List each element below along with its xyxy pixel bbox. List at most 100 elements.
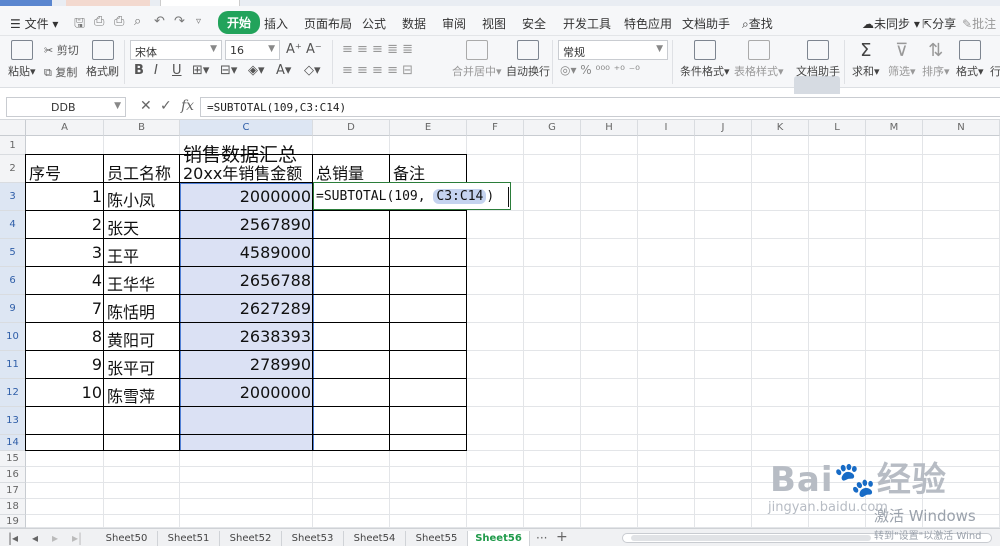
conditional-format-button[interactable]: 条件格式▾: [680, 40, 730, 79]
tab-home[interactable]: 开始: [218, 11, 261, 34]
row-header[interactable]: 14: [0, 435, 26, 451]
cell-amount[interactable]: 2638393: [180, 327, 313, 346]
more-sheets-button[interactable]: ···: [536, 531, 547, 545]
export-pdf-icon[interactable]: ⎙: [94, 14, 104, 29]
column-header[interactable]: M: [866, 120, 923, 136]
italic-icon[interactable]: I: [154, 63, 158, 78]
formula-input[interactable]: =SUBTOTAL(109,C3:C14): [200, 97, 1000, 117]
column-header[interactable]: J: [695, 120, 752, 136]
cell-name[interactable]: 张平可: [104, 355, 155, 379]
row-header[interactable]: 19: [0, 515, 26, 528]
cell-name[interactable]: 黄阳可: [104, 327, 155, 351]
header-amount[interactable]: 20xx年销售金额: [180, 160, 302, 184]
sync-button[interactable]: ☁未同步 ▾: [862, 15, 920, 32]
first-sheet-icon[interactable]: |◂: [8, 531, 18, 545]
sheet-tab[interactable]: Sheet54: [344, 531, 406, 546]
decrease-font-icon[interactable]: A⁻: [306, 42, 322, 57]
sheet-tab[interactable]: Sheet56: [468, 531, 530, 546]
sort-button[interactable]: ⇅ 排序▾: [922, 40, 950, 79]
quick-access-dropdown-icon[interactable]: ▿: [196, 16, 201, 27]
column-header[interactable]: I: [638, 120, 695, 136]
comment-button[interactable]: ✎批注: [962, 15, 996, 32]
cell-amount[interactable]: 2656788: [180, 271, 313, 290]
cell-name[interactable]: 陈恬明: [104, 299, 155, 323]
row-header[interactable]: 13: [0, 407, 26, 435]
row-header[interactable]: 1: [0, 136, 26, 155]
share-button[interactable]: ⇱分享: [922, 15, 956, 32]
header-total[interactable]: 总销量: [313, 160, 364, 184]
preview-icon[interactable]: ⌕: [134, 14, 141, 29]
cell-name[interactable]: 王平: [104, 243, 139, 267]
font-size-select[interactable]: 16 ▼: [225, 40, 280, 60]
doc-assistant-button[interactable]: 文档助手: [796, 40, 840, 79]
active-cell-formula[interactable]: =SUBTOTAL(109, C3:C14): [316, 189, 494, 204]
cell-name[interactable]: 张天: [104, 215, 139, 239]
cell-no[interactable]: 8: [26, 327, 104, 346]
row-header[interactable]: 11: [0, 351, 26, 379]
header-remark[interactable]: 备注: [390, 160, 425, 184]
tab-insert[interactable]: 插入: [264, 15, 288, 32]
cell-name[interactable]: 王华华: [104, 271, 155, 295]
save-icon[interactable]: 🖫: [74, 14, 85, 36]
tab-page-layout[interactable]: 页面布局: [304, 15, 352, 32]
tab-security[interactable]: 安全: [522, 15, 546, 32]
merge-center-button[interactable]: 合并居中▾: [452, 40, 502, 79]
row-header[interactable]: 17: [0, 483, 26, 499]
cell-no[interactable]: 10: [26, 383, 104, 402]
row-header[interactable]: 15: [0, 451, 26, 467]
sheet-tab[interactable]: Sheet53: [282, 531, 344, 546]
cell-amount[interactable]: 2627289: [180, 299, 313, 318]
tab-data[interactable]: 数据: [402, 15, 426, 32]
cell-name[interactable]: 陈雪萍: [104, 383, 155, 407]
increase-font-icon[interactable]: A⁺: [286, 42, 302, 57]
sheet-tab[interactable]: Sheet50: [96, 531, 158, 546]
border-icon[interactable]: ⊞▾: [192, 63, 209, 78]
last-sheet-icon[interactable]: ▸|: [72, 531, 82, 545]
clear-format-icon[interactable]: ◇▾: [304, 63, 321, 78]
row-header[interactable]: 5: [0, 239, 26, 267]
align-left-icon[interactable]: ≡ ≡ ≡ ≡ ⊟: [342, 63, 413, 78]
column-header[interactable]: A: [26, 120, 104, 136]
filter-button[interactable]: ⊽ 筛选▾: [888, 40, 916, 79]
format-button[interactable]: 格式▾: [956, 40, 984, 79]
name-box[interactable]: DDB ▼: [6, 97, 126, 117]
font-name-select[interactable]: 宋体 ▼: [130, 40, 222, 60]
column-header[interactable]: N: [923, 120, 1000, 136]
align-top-icon[interactable]: ≡ ≡ ≡ ≣ ≣: [342, 42, 413, 57]
column-header[interactable]: C: [180, 120, 313, 136]
row-header[interactable]: 6: [0, 267, 26, 295]
sheet-tab[interactable]: Sheet51: [158, 531, 220, 546]
column-header[interactable]: F: [467, 120, 524, 136]
paste-button[interactable]: 粘贴▾: [8, 40, 36, 79]
insert-function-icon[interactable]: fx: [181, 98, 194, 114]
column-header[interactable]: D: [313, 120, 390, 136]
next-sheet-icon[interactable]: ▸: [52, 531, 58, 545]
cut-button[interactable]: ✂ 剪切: [44, 42, 79, 58]
format-painter-button[interactable]: 格式刷: [86, 40, 119, 79]
column-header[interactable]: K: [752, 120, 809, 136]
font-color-icon[interactable]: A▾: [276, 63, 291, 78]
row-header[interactable]: 10: [0, 323, 26, 351]
cell-amount[interactable]: 2000000: [180, 187, 313, 206]
scrollbar-thumb[interactable]: [631, 535, 871, 541]
add-sheet-button[interactable]: +: [556, 529, 568, 545]
header-no[interactable]: 序号: [26, 160, 61, 184]
row-header[interactable]: 12: [0, 379, 26, 407]
row-header[interactable]: 9: [0, 295, 26, 323]
confirm-icon[interactable]: ✓: [160, 98, 172, 114]
underline-icon[interactable]: U: [172, 63, 182, 78]
wrap-text-button[interactable]: 自动换行: [506, 40, 550, 79]
tab-special-apps[interactable]: 特色应用: [624, 15, 672, 32]
cell-style-icon[interactable]: ⊟▾: [220, 63, 237, 78]
cell-no[interactable]: 2: [26, 215, 104, 234]
file-menu[interactable]: ☰ 文件 ▾: [10, 15, 58, 32]
cell-amount[interactable]: 4589000: [180, 243, 313, 262]
tab-doc-assistant[interactable]: 文档助手: [682, 15, 730, 32]
column-header[interactable]: B: [104, 120, 180, 136]
cell-no[interactable]: 7: [26, 299, 104, 318]
tab-formulas[interactable]: 公式: [362, 15, 386, 32]
number-format-icons[interactable]: ◎▾ % ⁰⁰⁰ ⁺⁰ ⁻⁰: [560, 63, 640, 77]
cell-amount[interactable]: 2567890: [180, 215, 313, 234]
undo-icon[interactable]: ↶: [154, 14, 165, 29]
number-format-select[interactable]: 常规 ▼: [558, 40, 668, 60]
